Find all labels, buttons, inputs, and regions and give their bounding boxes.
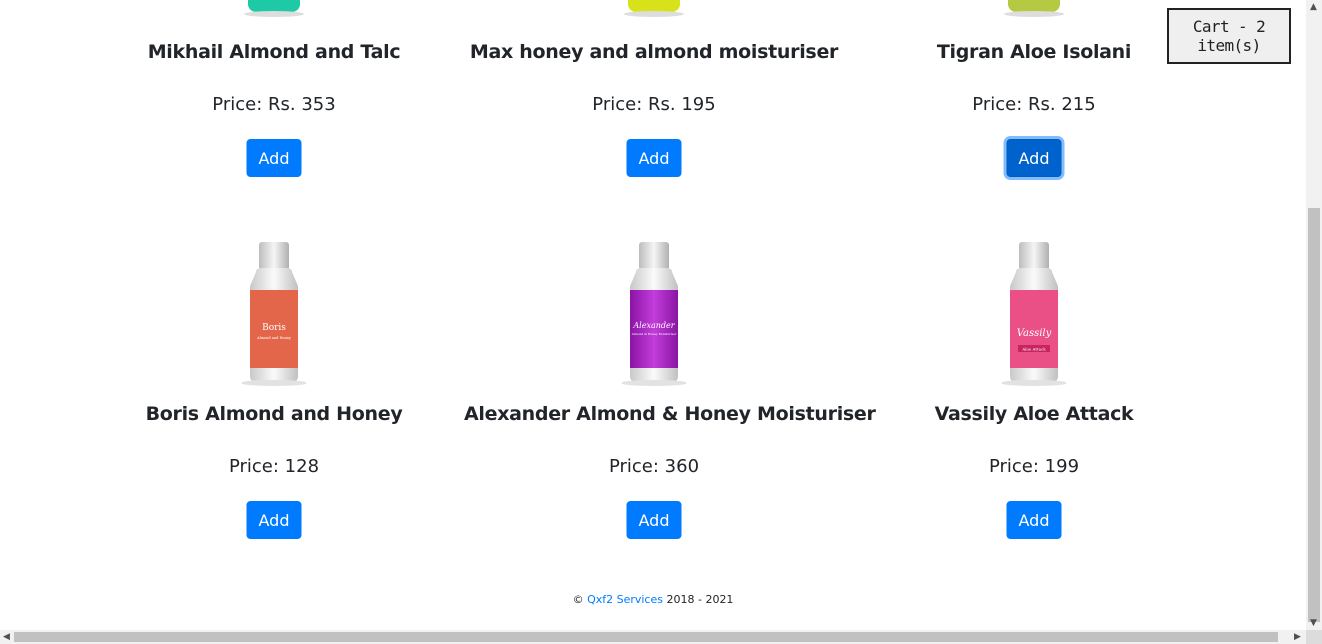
scroll-left-icon[interactable]: ◀ xyxy=(3,630,10,644)
add-button[interactable]: Add xyxy=(246,501,302,539)
horizontal-scroll-thumb[interactable] xyxy=(14,632,1278,642)
product-price: Price: Rs. 215 xyxy=(972,94,1096,115)
add-button[interactable]: Add xyxy=(626,501,682,539)
add-button[interactable]: Add xyxy=(1006,501,1062,539)
page-viewport: Mikhail Almond and Talc Price: Rs. 353 A… xyxy=(0,0,1306,630)
product-name: Max honey and almond moisturiser xyxy=(469,41,839,63)
scroll-down-icon[interactable]: ▼ xyxy=(1310,616,1317,630)
vertical-scrollbar[interactable]: ▲ ▼ xyxy=(1306,0,1322,630)
svg-text:Boris: Boris xyxy=(262,323,286,333)
product-price: Price: Rs. 195 xyxy=(592,94,716,115)
product-image xyxy=(1004,0,1064,17)
svg-text:Alexander: Alexander xyxy=(632,321,675,330)
scroll-up-icon[interactable]: ▲ xyxy=(1310,0,1317,14)
vertical-scroll-thumb[interactable] xyxy=(1308,208,1320,622)
product-price: Price: Rs. 353 xyxy=(212,94,336,115)
copyright-symbol: © xyxy=(572,593,584,606)
svg-text:Almond and Honey: Almond and Honey xyxy=(256,336,291,340)
product-name: Mikhail Almond and Talc xyxy=(147,41,401,63)
product-image xyxy=(624,0,684,17)
product-image: Boris Almond and Honey xyxy=(242,242,306,386)
svg-text:Vassily: Vassily xyxy=(1017,328,1052,339)
product-image: Alexander Almond & Honey Moisturiser xyxy=(622,242,686,386)
horizontal-scrollbar[interactable]: ◀ ▶ xyxy=(0,630,1306,644)
company-link[interactable]: Qxf2 Services xyxy=(587,593,663,606)
product-name: Boris Almond and Honey xyxy=(145,403,403,425)
scrollbar-corner xyxy=(1306,630,1322,644)
product-price: Price: 360 xyxy=(608,456,700,477)
product-image: Vassily Aloe Attack xyxy=(1002,242,1066,386)
scroll-right-icon[interactable]: ▶ xyxy=(1294,630,1301,644)
product-name: Alexander Almond & Honey Moisturiser xyxy=(464,403,876,425)
add-button[interactable]: Add xyxy=(246,139,302,177)
add-button[interactable]: Add xyxy=(626,139,682,177)
product-image xyxy=(244,0,304,17)
svg-text:Aloe Attack: Aloe Attack xyxy=(1021,347,1046,352)
product-price: Price: 128 xyxy=(228,456,320,477)
copyright-years: 2018 - 2021 xyxy=(666,593,734,606)
footer: © Qxf2 Services 2018 - 2021 xyxy=(0,593,1306,606)
product-name: Vassily Aloe Attack xyxy=(934,403,1134,425)
cart-button[interactable]: Cart - 2 item(s) xyxy=(1167,8,1291,64)
product-price: Price: 199 xyxy=(988,456,1080,477)
add-button[interactable]: Add xyxy=(1006,139,1062,177)
svg-text:Almond & Honey Moisturiser: Almond & Honey Moisturiser xyxy=(631,332,677,336)
